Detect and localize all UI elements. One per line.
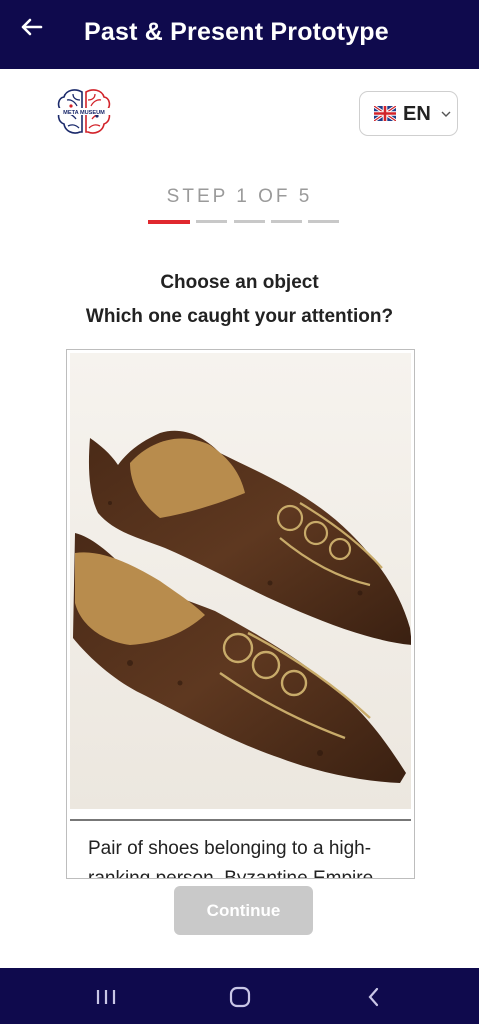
logo-brand-text: META MUSEUM	[63, 110, 105, 116]
home-icon[interactable]	[226, 984, 254, 1010]
language-selector[interactable]: EN	[359, 91, 458, 136]
step-segment-4	[271, 220, 302, 223]
step-progress	[148, 220, 340, 224]
back-button[interactable]	[14, 12, 52, 46]
uk-flag-icon	[374, 106, 396, 121]
app-title: Past & Present Prototype	[84, 18, 389, 46]
back-chevron-icon[interactable]	[363, 985, 385, 1009]
continue-button[interactable]: Continue	[174, 886, 313, 935]
byzantine-shoes-photo	[70, 353, 411, 809]
card-divider	[70, 819, 411, 821]
step-segment-3	[234, 220, 265, 223]
object-card[interactable]: Pair of shoes belonging to a high-rankin…	[66, 349, 415, 879]
step-segment-2	[196, 220, 227, 223]
arrow-left-icon	[21, 18, 43, 36]
prompt-subtitle: Which one caught your attention?	[85, 306, 394, 327]
recent-apps-icon[interactable]	[93, 986, 119, 1008]
step-segment-1	[148, 220, 190, 224]
language-code: EN	[403, 103, 431, 125]
app-bar: Past & Present Prototype	[0, 0, 479, 69]
system-nav-bar	[0, 968, 479, 1024]
step-label: STEP 1 OF 5	[166, 186, 313, 207]
object-caption: Pair of shoes belonging to a high-rankin…	[88, 838, 374, 879]
prompt-title: Choose an object	[160, 272, 319, 293]
meta-museum-logo: META MUSEUM	[53, 86, 115, 140]
step-segment-5	[308, 220, 339, 223]
chevron-down-icon	[441, 111, 451, 117]
